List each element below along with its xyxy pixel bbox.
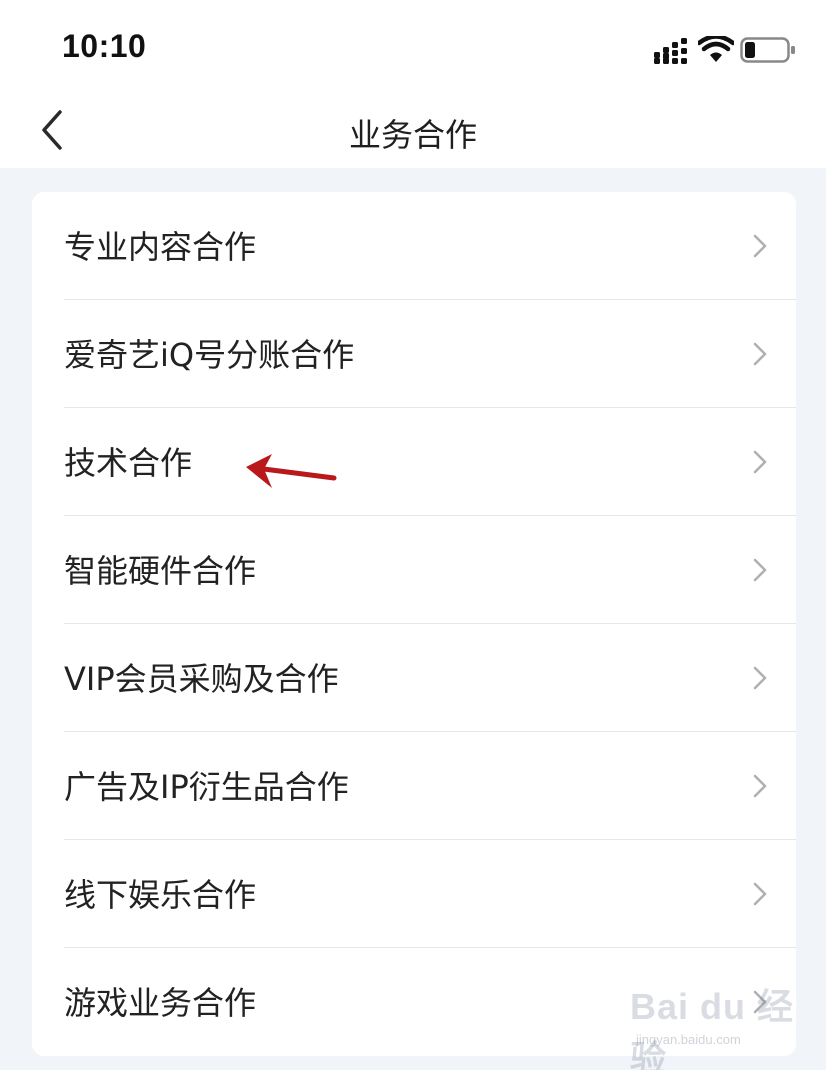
chevron-right-icon <box>753 990 767 1014</box>
menu-item-gaming-business[interactable]: 游戏业务合作 <box>32 948 796 1056</box>
navigation-bar: 业务合作 <box>0 92 826 168</box>
menu-item-label: 线下娱乐合作 <box>64 876 257 914</box>
menu-list: 专业内容合作 爱奇艺iQ号分账合作 技术合作 智能硬件合作 VIP会员采购及合作… <box>32 192 796 1056</box>
menu-item-label: 广告及IP衍生品合作 <box>64 768 349 806</box>
menu-item-label: VIP会员采购及合作 <box>64 660 339 698</box>
menu-item-label: 智能硬件合作 <box>64 552 257 590</box>
menu-item-label: 爱奇艺iQ号分账合作 <box>64 336 355 374</box>
wifi-icon <box>698 36 734 62</box>
chevron-right-icon <box>753 666 767 690</box>
menu-item-technology[interactable]: 技术合作 <box>32 408 796 516</box>
chevron-right-icon <box>753 774 767 798</box>
battery-icon <box>740 37 795 63</box>
menu-item-ads-ip-derivatives[interactable]: 广告及IP衍生品合作 <box>32 732 796 840</box>
page-title: 业务合作 <box>348 116 477 154</box>
menu-item-smart-hardware[interactable]: 智能硬件合作 <box>32 516 796 624</box>
menu-item-label: 技术合作 <box>64 444 193 482</box>
chevron-right-icon <box>753 234 767 258</box>
menu-item-vip-membership[interactable]: VIP会员采购及合作 <box>32 624 796 732</box>
chevron-right-icon <box>753 558 767 582</box>
menu-item-label: 专业内容合作 <box>64 228 257 266</box>
menu-item-iq-revenue-share[interactable]: 爱奇艺iQ号分账合作 <box>32 300 796 408</box>
cellular-signal-icon <box>654 38 687 64</box>
chevron-right-icon <box>753 882 767 906</box>
menu-item-professional-content[interactable]: 专业内容合作 <box>32 192 796 300</box>
menu-item-label: 游戏业务合作 <box>64 984 257 1022</box>
status-bar: 10:10 <box>0 0 826 92</box>
chevron-right-icon <box>753 342 767 366</box>
status-time: 10:10 <box>62 28 147 64</box>
menu-item-offline-entertainment[interactable]: 线下娱乐合作 <box>32 840 796 948</box>
chevron-right-icon <box>753 450 767 474</box>
